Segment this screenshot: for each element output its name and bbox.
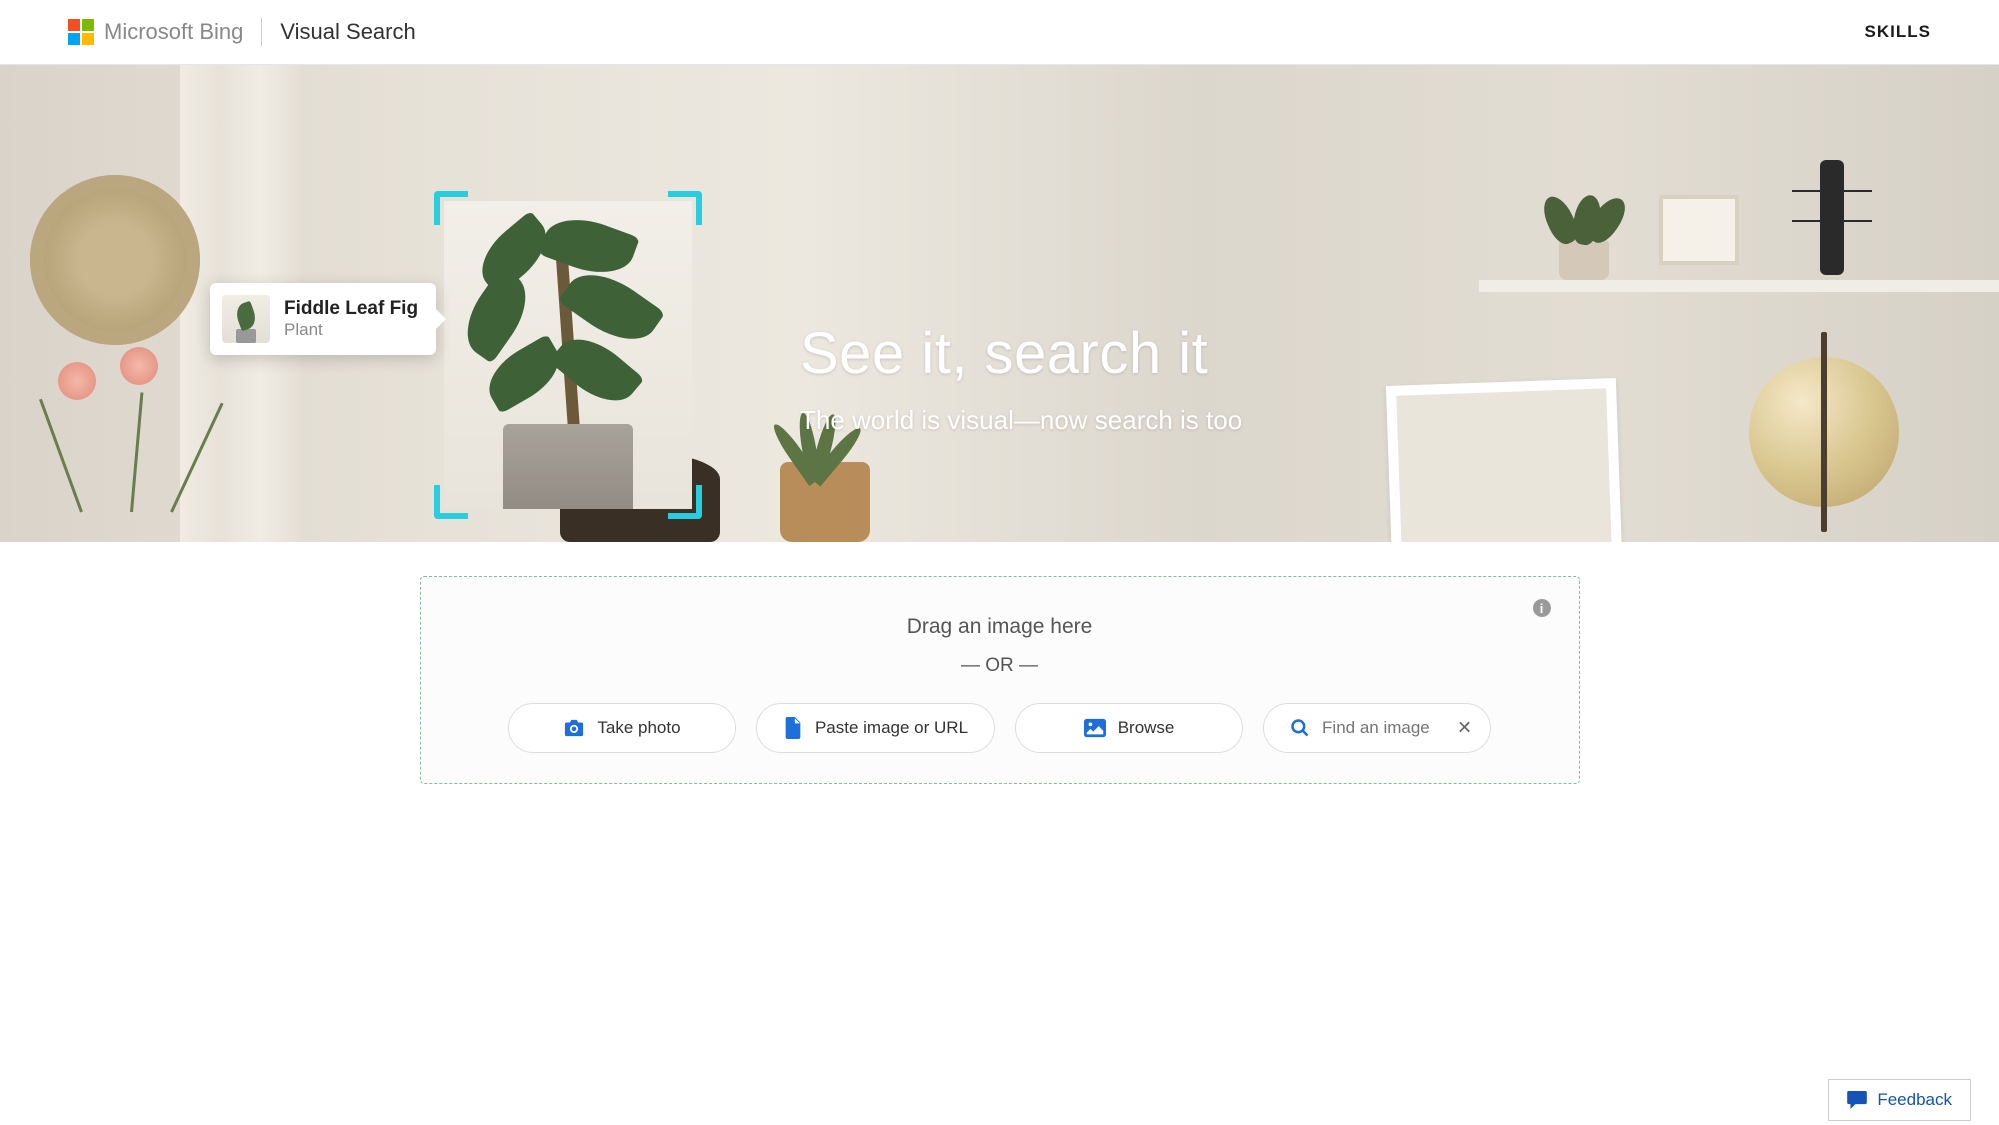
tooltip-title: Fiddle Leaf Fig [284,298,418,320]
tooltip-subtitle: Plant [284,320,418,340]
hero-headline: See it, search it [800,320,1242,387]
microsoft-logo-icon [68,19,94,45]
hero-subtitle: The world is visual—now search is too [800,405,1242,436]
browse-button[interactable]: Browse [1015,703,1243,753]
image-icon [1084,718,1106,738]
scan-preview [438,195,698,515]
header-divider [261,18,262,46]
header-bar: Microsoft Bing Visual Search SKILLS [0,0,1999,65]
info-icon[interactable]: i [1533,599,1551,617]
product-name: Visual Search [280,19,415,45]
camera-icon [563,718,585,738]
find-image-field[interactable]: ✕ [1263,703,1491,753]
feedback-icon [1847,1091,1867,1109]
clear-icon[interactable]: ✕ [1457,718,1472,739]
scan-image [444,201,692,509]
skills-link[interactable]: SKILLS [1865,22,1931,42]
hero-section: Fiddle Leaf Fig Plant See it, search it … [0,65,1999,542]
header-left: Microsoft Bing Visual Search [68,18,416,46]
drag-instruction: Drag an image here [451,615,1549,639]
bing-logo-link[interactable]: Microsoft Bing [68,19,243,45]
paste-button[interactable]: Paste image or URL [756,703,995,753]
result-tooltip[interactable]: Fiddle Leaf Fig Plant [210,283,436,355]
action-row: Take photo Paste image or URL Browse ✕ [451,703,1549,753]
feedback-label: Feedback [1877,1090,1952,1110]
tooltip-thumbnail [222,295,270,343]
or-separator: — OR — [451,655,1549,677]
take-photo-button[interactable]: Take photo [508,703,736,753]
find-image-input[interactable] [1322,718,1432,738]
browse-label: Browse [1118,718,1175,738]
hero-text: See it, search it The world is visual—no… [800,320,1242,436]
tooltip-text: Fiddle Leaf Fig Plant [284,298,418,340]
paste-label: Paste image or URL [815,718,968,738]
document-icon [783,717,803,739]
brand-text: Microsoft Bing [104,19,243,45]
search-icon [1290,718,1310,738]
upload-dropzone[interactable]: i Drag an image here — OR — Take photo P… [420,576,1580,784]
take-photo-label: Take photo [597,718,680,738]
feedback-button[interactable]: Feedback [1828,1079,1971,1121]
